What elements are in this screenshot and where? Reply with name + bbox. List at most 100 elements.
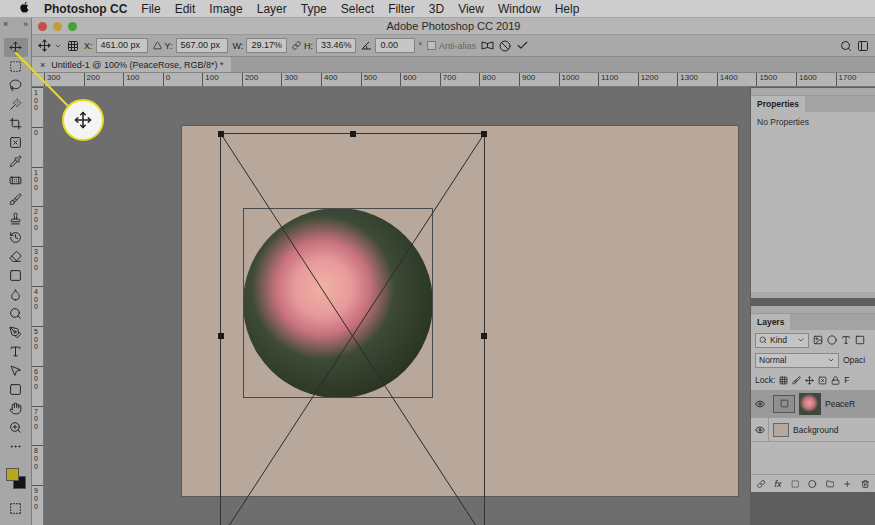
tool-button[interactable] bbox=[4, 152, 28, 171]
menu-item[interactable]: File bbox=[134, 2, 167, 16]
field-input[interactable]: 461.00 px bbox=[96, 38, 148, 53]
menu-item[interactable]: Type bbox=[294, 2, 334, 16]
minimize-button[interactable] bbox=[53, 22, 62, 31]
tool-button[interactable] bbox=[4, 380, 28, 399]
group-icon[interactable] bbox=[826, 479, 835, 489]
foreground-color[interactable] bbox=[6, 468, 19, 481]
checkbox[interactable] bbox=[427, 41, 436, 50]
app-menu[interactable]: Photoshop CC bbox=[37, 2, 134, 16]
menu-item[interactable]: Select bbox=[334, 2, 381, 16]
menu-item[interactable]: 3D bbox=[422, 2, 451, 16]
adjustment-layer-icon[interactable] bbox=[808, 479, 817, 489]
transform-handle[interactable] bbox=[218, 333, 224, 339]
menu-item[interactable]: Filter bbox=[381, 2, 422, 16]
menu-item[interactable]: Window bbox=[491, 2, 548, 16]
panel-tab[interactable]: Properties bbox=[751, 96, 805, 112]
tool-preset[interactable] bbox=[38, 39, 62, 52]
tool-button[interactable] bbox=[4, 190, 28, 209]
layer-row[interactable]: PeaceR bbox=[751, 390, 875, 418]
tool-button[interactable] bbox=[4, 228, 28, 247]
tool-button[interactable] bbox=[4, 247, 28, 266]
blend-mode-select[interactable]: Normal bbox=[755, 353, 839, 368]
visibility-toggle[interactable] bbox=[751, 418, 769, 441]
mask-icon[interactable] bbox=[791, 479, 800, 489]
adjustment-filter-icon[interactable] bbox=[827, 335, 837, 345]
layer-style-button[interactable]: fx bbox=[775, 479, 782, 489]
menu-item[interactable]: Edit bbox=[168, 2, 203, 16]
transform-handle[interactable] bbox=[350, 131, 356, 137]
menu-item[interactable]: Layer bbox=[250, 2, 294, 16]
panel-control[interactable]: × bbox=[3, 20, 8, 29]
ruler-label: 1100 bbox=[598, 73, 638, 86]
lock-pixels-icon[interactable] bbox=[792, 376, 801, 385]
fill-label: F bbox=[844, 375, 849, 385]
transform-box[interactable] bbox=[220, 133, 485, 525]
tool-button[interactable] bbox=[4, 95, 28, 114]
document-canvas[interactable] bbox=[182, 126, 738, 496]
pixel-filter-icon[interactable] bbox=[813, 335, 823, 345]
apple-icon[interactable] bbox=[19, 1, 30, 13]
link-icon[interactable] bbox=[292, 41, 301, 50]
tool-button[interactable] bbox=[4, 266, 28, 285]
panel-grip[interactable] bbox=[751, 306, 875, 314]
field-input[interactable]: 0.00 bbox=[375, 38, 415, 53]
transform-handle[interactable] bbox=[481, 333, 487, 339]
tool-button[interactable] bbox=[4, 323, 28, 342]
tool-button[interactable] bbox=[4, 38, 28, 57]
tool-button[interactable] bbox=[4, 57, 28, 76]
apple-menu[interactable] bbox=[12, 1, 37, 16]
close-button[interactable] bbox=[38, 22, 47, 31]
field-input[interactable]: 567.00 px bbox=[176, 38, 228, 53]
shape-filter-icon[interactable] bbox=[855, 335, 865, 345]
filter-select[interactable]: Kind bbox=[755, 333, 809, 348]
tool-button[interactable] bbox=[4, 304, 28, 323]
workspace-icon[interactable] bbox=[857, 40, 869, 52]
menu-item[interactable]: View bbox=[451, 2, 491, 16]
quick-mask-button[interactable] bbox=[9, 501, 22, 525]
transform-handle[interactable] bbox=[218, 131, 224, 137]
reference-point-icon[interactable] bbox=[67, 40, 79, 52]
visibility-toggle[interactable] bbox=[751, 390, 769, 417]
tool-button[interactable] bbox=[4, 285, 28, 304]
type-filter-icon[interactable] bbox=[841, 335, 851, 345]
tool-button[interactable] bbox=[4, 418, 28, 437]
tool-button[interactable] bbox=[4, 342, 28, 361]
commit-icon[interactable] bbox=[516, 39, 529, 52]
rose-photo[interactable] bbox=[243, 208, 433, 398]
tool-button[interactable] bbox=[4, 399, 28, 418]
lock-artboard-icon[interactable] bbox=[818, 376, 827, 385]
panel-grip[interactable] bbox=[751, 88, 875, 96]
search-icon[interactable] bbox=[840, 40, 852, 52]
layer-row[interactable]: Background bbox=[751, 418, 875, 442]
panel-control[interactable]: » bbox=[23, 20, 28, 29]
tool-button[interactable] bbox=[4, 209, 28, 228]
menu-item[interactable]: Image bbox=[202, 2, 249, 16]
document-tab[interactable]: ×Untitled-1 @ 100% (PeaceRose, RGB/8*) * bbox=[32, 57, 231, 72]
panel-resize-bar[interactable] bbox=[751, 292, 875, 298]
tab-close-button[interactable]: × bbox=[40, 60, 45, 70]
field-input[interactable]: 33.46% bbox=[316, 38, 357, 53]
tool-button[interactable] bbox=[4, 114, 28, 133]
field-input[interactable]: 29.17% bbox=[246, 38, 287, 53]
tool-button[interactable] bbox=[4, 171, 28, 190]
tool-button[interactable] bbox=[4, 437, 28, 456]
warp-icon[interactable] bbox=[481, 40, 494, 51]
ruler-label: 500 bbox=[361, 73, 401, 86]
opacity-label: Opaci bbox=[843, 355, 865, 365]
tool-button[interactable] bbox=[4, 76, 28, 95]
tool-button[interactable] bbox=[4, 133, 28, 152]
lock-all-icon[interactable] bbox=[831, 376, 840, 385]
tool-button[interactable] bbox=[4, 361, 28, 380]
relative-position-icon[interactable] bbox=[153, 41, 162, 50]
lock-position-icon[interactable] bbox=[805, 376, 814, 385]
zoom-button[interactable] bbox=[68, 22, 77, 31]
transform-handle[interactable] bbox=[481, 131, 487, 137]
lock-transparent-icon[interactable] bbox=[779, 376, 788, 385]
cancel-icon[interactable] bbox=[499, 40, 511, 52]
trash-icon[interactable] bbox=[861, 479, 870, 489]
new-layer-icon[interactable] bbox=[843, 479, 852, 489]
link-layers-icon[interactable] bbox=[757, 479, 766, 489]
menu-item[interactable]: Help bbox=[548, 2, 587, 16]
chevron-down-icon bbox=[827, 356, 835, 364]
panel-tab[interactable]: Layers bbox=[751, 314, 790, 330]
